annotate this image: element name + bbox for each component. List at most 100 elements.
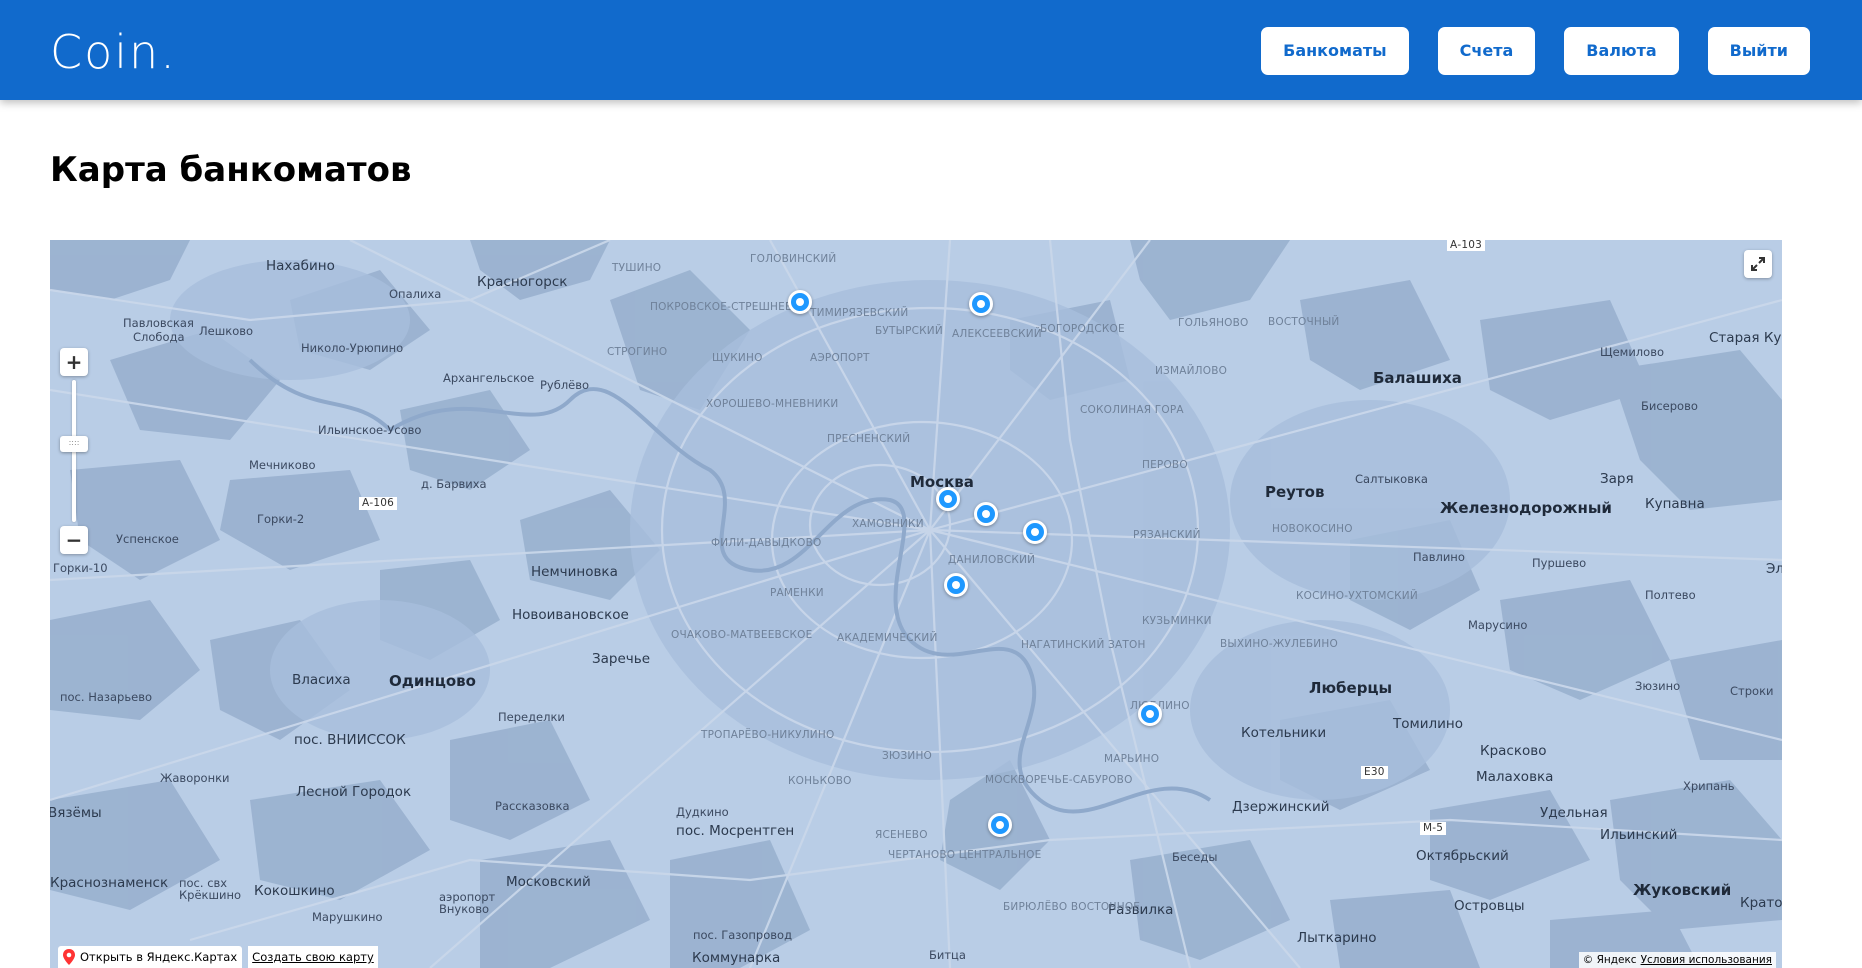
map-label-kotelniki: Котельники — [1241, 725, 1327, 741]
map-label-vyazyomy: Вязёмы — [50, 805, 102, 821]
district-label: БОГОРОДСКОЕ — [1040, 323, 1125, 335]
zoom-slider-handle[interactable]: :::: — [60, 436, 88, 452]
atm-marker[interactable] — [988, 813, 1012, 837]
map-label-bisero: Бисерово — [1641, 399, 1698, 413]
zoom-out-button[interactable]: − — [60, 526, 88, 554]
zoom-control: + :::: − — [60, 348, 88, 554]
map-label-opaliha: Опалиха — [389, 287, 442, 301]
map-label-kraskovo: Красково — [1480, 743, 1547, 759]
map-label-krasnoznamensk: Краснознаменск — [50, 875, 169, 891]
district-label: ИЗМАЙЛОВО — [1155, 365, 1228, 377]
map-label-reutov: Реутов — [1265, 483, 1325, 501]
atm-marker[interactable] — [944, 573, 968, 597]
logo: Coin. — [50, 25, 177, 79]
map-label-bitsa: Битца — [929, 948, 966, 962]
map-label-pavlovskaya: Павловская — [123, 316, 194, 330]
map-label-poltevo: Полтево — [1645, 588, 1696, 602]
create-map-link[interactable]: Создать свою карту — [248, 946, 378, 968]
district-label: АЭРОПОРТ — [810, 352, 870, 364]
map-label-leshkovo: Лешково — [199, 324, 254, 338]
district-label: ЩУКИНО — [712, 352, 763, 364]
district-label: ЗЮЗИНО — [882, 750, 933, 762]
map-bottom-links: Открыть в Яндекс.Картах Создать свою кар… — [58, 946, 378, 968]
map-label-zheleznodorozhny: Железнодорожный — [1440, 499, 1612, 517]
district-label: ЧЕРТАНОВО ЦЕНТРАЛЬНОЕ — [888, 849, 1042, 861]
road-shield-m5: М-5 — [1420, 822, 1447, 835]
district-label: ТИМИРЯЗЕВСКИЙ — [810, 307, 909, 319]
nav-logout-button[interactable]: Выйти — [1707, 27, 1810, 75]
district-label: ДАНИЛОВСКИЙ — [948, 554, 1036, 566]
zoom-slider[interactable]: :::: — [60, 376, 88, 526]
district-label: АЛЕКСЕЕВСКИЙ — [952, 328, 1042, 340]
atm-marker[interactable] — [1138, 702, 1162, 726]
district-label: КУЗЬМИНКИ — [1142, 615, 1212, 627]
atm-marker[interactable] — [936, 487, 960, 511]
nav-atms-button[interactable]: Банкоматы — [1261, 27, 1409, 75]
road-shield-a106: А-106 — [359, 497, 398, 510]
map-label-viniissok: пос. ВНИИССОК — [294, 732, 406, 748]
nav-accounts-button[interactable]: Счета — [1437, 27, 1536, 75]
map-label-oktyabrsky: Октябрьский — [1416, 848, 1509, 864]
map-label-shchemilovo: Щемилово — [1600, 345, 1665, 359]
map-label-krato: Крато — [1740, 895, 1782, 911]
map-label-arkhangelskoe: Архангельское — [443, 371, 535, 385]
district-label: ГОЛОВИНСКИЙ — [750, 253, 837, 265]
map-label-novoivanovskoe: Новоивановское — [512, 607, 629, 623]
district-label: КОНЬКОВО — [788, 775, 852, 787]
map-label-vlasiha: Власиха — [292, 672, 351, 688]
map-label-lesnoy: Лесной Городок — [296, 784, 412, 800]
map-label-nakhabino: Нахабино — [266, 258, 335, 274]
atm-map[interactable]: Москва Красногорск Нахабино Опалиха Павл… — [50, 240, 1782, 968]
nav-currency-button[interactable]: Валюта — [1564, 27, 1679, 75]
district-label: ПЕРОВО — [1142, 459, 1188, 471]
district-label: БИРЮЛЁВО ВОСТОЧНОЕ — [1003, 901, 1141, 913]
district-label: РАМЕНКИ — [770, 587, 824, 599]
district-label: ВЫХИНО-ЖУЛЕБИНО — [1220, 638, 1338, 650]
fullscreen-button[interactable] — [1744, 250, 1772, 278]
district-label: СТРОГИНО — [607, 346, 668, 358]
map-label-zarya: Заря — [1600, 471, 1634, 487]
map-label-ilinsky: Ильинский — [1600, 827, 1678, 843]
copyright-text: © Яндекс — [1582, 954, 1637, 966]
district-label: ГОЛЬЯНОВО — [1178, 317, 1249, 329]
atm-marker[interactable] — [974, 502, 998, 526]
map-label-stroki: Строки — [1730, 684, 1774, 698]
map-label-khripan: Хрипань — [1683, 779, 1735, 793]
map-label-ilinskoe: Ильинское-Усово — [318, 423, 422, 437]
map-label-kupavna: Купавна — [1645, 496, 1705, 512]
map-label-mosrentgen: пос. Мосрентген — [676, 823, 795, 839]
map-label-odintsovo: Одинцово — [389, 672, 476, 690]
zoom-in-button[interactable]: + — [60, 348, 88, 376]
map-label-sloboda: Слобода — [133, 330, 185, 344]
district-label: РЯЗАНСКИЙ — [1133, 529, 1201, 541]
district-label: ПОКРОВСКОЕ-СТРЕШНЕВО — [650, 301, 801, 313]
terms-link[interactable]: Условия использования — [1641, 954, 1772, 966]
map-label-udelnaya: Удельная — [1540, 805, 1608, 821]
map-label-vnukovo: аэропорт Внуково — [439, 890, 496, 916]
district-label: НАГАТИНСКИЙ ЗАТОН — [1021, 639, 1146, 651]
expand-icon — [1751, 257, 1765, 271]
atm-marker[interactable] — [969, 292, 993, 316]
district-label: ОЧАКОВО-МАТВЕЕВСКОЕ — [671, 629, 813, 641]
atm-marker[interactable] — [1023, 520, 1047, 544]
map-copyright: © Яндекс Условия использования — [1578, 952, 1776, 968]
map-label-nazarevo: пос. Назарьево — [60, 690, 153, 704]
map-label-ostrovtsy: Островцы — [1454, 898, 1525, 914]
main-nav: Банкоматы Счета Валюта Выйти — [1261, 27, 1810, 75]
page-title: Карта банкоматов — [50, 150, 412, 190]
atm-marker[interactable] — [788, 290, 812, 314]
map-label-moskovsky: Московский — [506, 874, 591, 890]
open-in-yandex-link[interactable]: Открыть в Яндекс.Картах — [58, 946, 243, 968]
district-label: ХОРОШЕВО-МНЕВНИКИ — [706, 398, 839, 410]
map-label-barviha: д. Барвиха — [421, 477, 487, 491]
open-in-yandex-label: Открыть в Яндекс.Картах — [80, 950, 238, 964]
district-label: ПРЕСНЕНСКИЙ — [827, 433, 911, 445]
map-label-kommunarka: Коммунарка — [692, 950, 781, 966]
map-label-kokoshkino: Кокошкино — [254, 883, 335, 899]
district-label: НОВОКОСИНО — [1272, 523, 1353, 535]
map-label-staraya: Старая Ку — [1709, 330, 1782, 346]
map-label-rublevo: Рублёво — [540, 378, 590, 392]
district-label: ХАМОВНИКИ — [852, 518, 924, 530]
map-label-pavlino: Павлино — [1413, 550, 1465, 564]
district-label: ВОСТОЧНЫЙ — [1268, 316, 1340, 328]
